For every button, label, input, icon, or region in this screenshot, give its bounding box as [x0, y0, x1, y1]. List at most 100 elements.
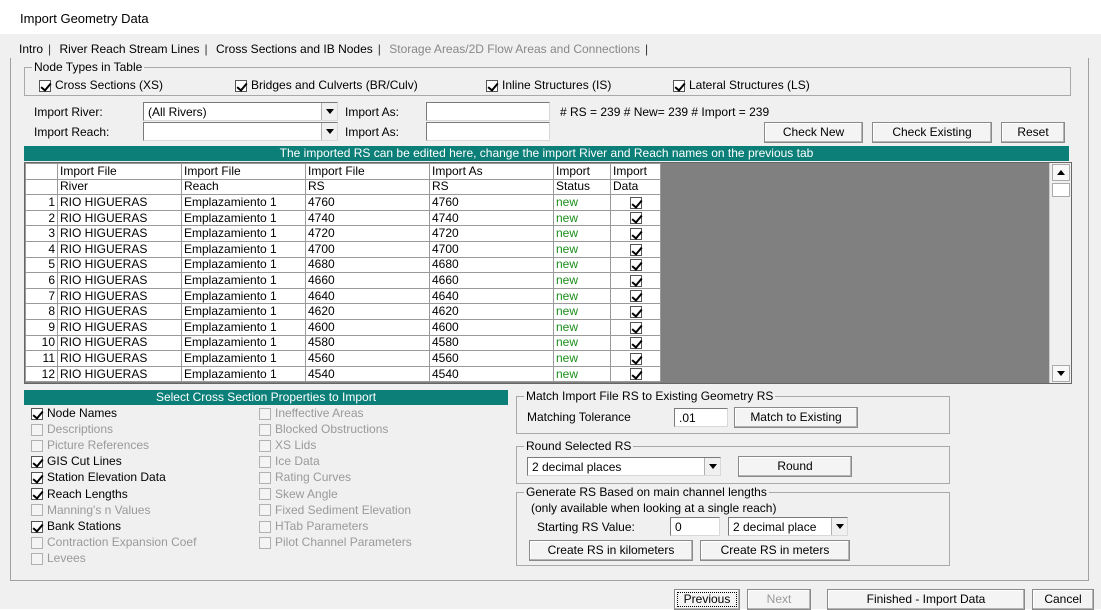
river-cell: RIO HIGUERAS — [57, 318, 182, 336]
river-import-as-field[interactable] — [426, 102, 550, 121]
import-reach-dropdown-icon[interactable] — [321, 123, 337, 140]
import-data-cell[interactable] — [610, 225, 661, 242]
import-data-cell[interactable] — [610, 194, 661, 211]
property-item[interactable]: Reach Lengths — [31, 487, 128, 501]
table-row[interactable]: 6 RIO HIGUERAS Emplazamiento 1 4660 4660 new — [25, 272, 661, 289]
import-data-cell[interactable] — [610, 365, 661, 383]
import-data-checkbox[interactable] — [629, 368, 642, 381]
import-as-rs-cell[interactable]: 4680 — [429, 256, 554, 274]
rs-data-grid[interactable]: Import File Import File Import File Import … — [24, 162, 1072, 384]
table-row[interactable]: 7 RIO HIGUERAS Emplazamiento 1 4640 4640 new — [25, 287, 661, 305]
property-item[interactable]: GIS Cut Lines — [31, 454, 122, 468]
table-row[interactable]: 11 RIO HIGUERAS Emplazamiento 1 4560 4560 new — [25, 350, 661, 367]
import-data-cell[interactable] — [610, 209, 661, 227]
table-row[interactable]: 10 RIO HIGUERAS Emplazamiento 1 4580 4580 new — [25, 334, 661, 352]
scroll-thumb[interactable] — [1052, 183, 1070, 197]
table-row[interactable]: 4 RIO HIGUERAS Emplazamiento 1 4700 4700 new — [25, 240, 661, 258]
table-row[interactable]: 9 RIO HIGUERAS Emplazamiento 1 4600 4600 new — [25, 318, 661, 336]
tab-intro[interactable]: Intro — [14, 42, 48, 56]
table-row[interactable]: 12 RIO HIGUERAS Emplazamiento 1 4540 4540 new — [25, 365, 661, 383]
import-data-checkbox[interactable] — [629, 290, 642, 303]
tab-cross-sections[interactable]: Cross Sections and IB Nodes — [211, 42, 378, 56]
import-as-rs-cell[interactable]: 4720 — [429, 225, 554, 242]
previous-button[interactable]: Previous — [674, 589, 740, 610]
generate-decimals-dropdown-icon[interactable] — [831, 518, 847, 535]
import-as-rs-cell[interactable]: 4740 — [429, 209, 554, 227]
round-decimals-dropdown-icon[interactable] — [704, 458, 720, 475]
xs-checkbox[interactable] — [39, 79, 51, 92]
next-button[interactable]: Next — [747, 589, 811, 610]
import-data-checkbox[interactable] — [629, 305, 642, 318]
import-data-cell[interactable] — [610, 303, 661, 320]
scroll-up-icon[interactable] — [1052, 164, 1070, 181]
import-as-rs-cell[interactable]: 4620 — [429, 303, 554, 320]
import-river-dropdown-icon[interactable] — [321, 103, 337, 120]
lateral-checkbox-item[interactable]: Lateral Structures (LS) — [673, 78, 810, 92]
round-button[interactable]: Round — [738, 456, 852, 477]
import-data-checkbox[interactable] — [629, 259, 642, 272]
bridges-checkbox[interactable] — [235, 79, 247, 92]
table-row[interactable]: 1 RIO HIGUERAS Emplazamiento 1 4760 4760 new — [25, 194, 661, 211]
bridges-checkbox-item[interactable]: Bridges and Culverts (BR/Culv) — [235, 78, 418, 92]
import-as-rs-cell[interactable]: 4560 — [429, 350, 554, 367]
property-item[interactable]: Bank Stations — [31, 519, 121, 533]
inline-checkbox[interactable] — [486, 79, 498, 92]
import-as-rs-cell[interactable]: 4660 — [429, 272, 554, 289]
import-data-cell[interactable] — [610, 240, 661, 258]
lateral-checkbox[interactable] — [673, 79, 685, 92]
import-data-checkbox[interactable] — [629, 352, 642, 365]
import-as-rs-cell[interactable]: 4700 — [429, 240, 554, 258]
import-data-cell[interactable] — [610, 272, 661, 289]
import-data-cell[interactable] — [610, 334, 661, 352]
match-to-existing-button[interactable]: Match to Existing — [734, 407, 858, 428]
create-rs-km-button[interactable]: Create RS in kilometers — [529, 540, 693, 561]
tab-river-reach-stream-lines[interactable]: River Reach Stream Lines — [54, 42, 204, 56]
tab-storage-areas[interactable]: Storage Areas/2D Flow Areas and Connecti… — [384, 42, 645, 56]
table-row[interactable]: 5 RIO HIGUERAS Emplazamiento 1 4680 4680 new — [25, 256, 661, 274]
import-data-checkbox[interactable] — [629, 196, 642, 209]
create-rs-m-button[interactable]: Create RS in meters — [700, 540, 850, 561]
check-new-button[interactable]: Check New — [764, 122, 863, 143]
reach-import-as-field[interactable] — [426, 122, 550, 141]
generate-decimals-select[interactable]: 2 decimal place — [728, 517, 848, 536]
matching-tolerance-field[interactable]: .01 — [674, 408, 728, 427]
scroll-down-icon[interactable] — [1052, 365, 1070, 382]
property-checkbox[interactable] — [31, 407, 43, 420]
table-row[interactable]: 8 RIO HIGUERAS Emplazamiento 1 4620 4620 new — [25, 303, 661, 320]
import-as-rs-cell[interactable]: 4580 — [429, 334, 554, 352]
import-data-cell[interactable] — [610, 350, 661, 367]
import-as-rs-cell[interactable]: 4540 — [429, 365, 554, 383]
table-row[interactable]: 3 RIO HIGUERAS Emplazamiento 1 4720 4720 new — [25, 225, 661, 242]
check-existing-button[interactable]: Check Existing — [872, 122, 992, 143]
import-data-checkbox[interactable] — [629, 228, 642, 240]
import-river-select[interactable]: (All Rivers) — [143, 102, 338, 121]
finished-import-button[interactable]: Finished - Import Data — [827, 589, 1025, 610]
import-as-rs-cell[interactable]: 4760 — [429, 194, 554, 211]
import-reach-select[interactable] — [143, 122, 338, 141]
xs-checkbox-item[interactable]: Cross Sections (XS) — [39, 78, 163, 92]
import-data-checkbox[interactable] — [629, 212, 642, 225]
starting-rs-field[interactable]: 0 — [670, 517, 720, 536]
import-as-rs-cell[interactable]: 4640 — [429, 287, 554, 305]
import-data-checkbox[interactable] — [629, 337, 642, 350]
import-data-checkbox[interactable] — [629, 243, 642, 256]
property-checkbox[interactable] — [31, 472, 43, 485]
round-decimals-select[interactable]: 2 decimal places — [527, 457, 721, 476]
property-checkbox[interactable] — [31, 520, 43, 533]
table-header-row: Import File Import File Import File Import … — [25, 163, 661, 180]
property-item[interactable]: Node Names — [31, 406, 117, 420]
import-as-rs-cell[interactable]: 4600 — [429, 318, 554, 336]
property-item[interactable]: Station Elevation Data — [31, 470, 166, 484]
import-data-checkbox[interactable] — [629, 274, 642, 287]
import-data-cell[interactable] — [610, 287, 661, 305]
import-data-checkbox[interactable] — [629, 321, 642, 334]
grid-vertical-scrollbar[interactable] — [1049, 163, 1071, 383]
reset-button[interactable]: Reset — [1001, 122, 1065, 143]
cancel-button[interactable]: Cancel — [1032, 589, 1094, 610]
import-data-cell[interactable] — [610, 318, 661, 336]
property-checkbox[interactable] — [31, 488, 43, 501]
property-checkbox[interactable] — [31, 456, 43, 469]
inline-checkbox-item[interactable]: Inline Structures (IS) — [486, 78, 611, 92]
import-data-cell[interactable] — [610, 256, 661, 274]
table-row[interactable]: 2 RIO HIGUERAS Emplazamiento 1 4740 4740 new — [25, 209, 661, 227]
